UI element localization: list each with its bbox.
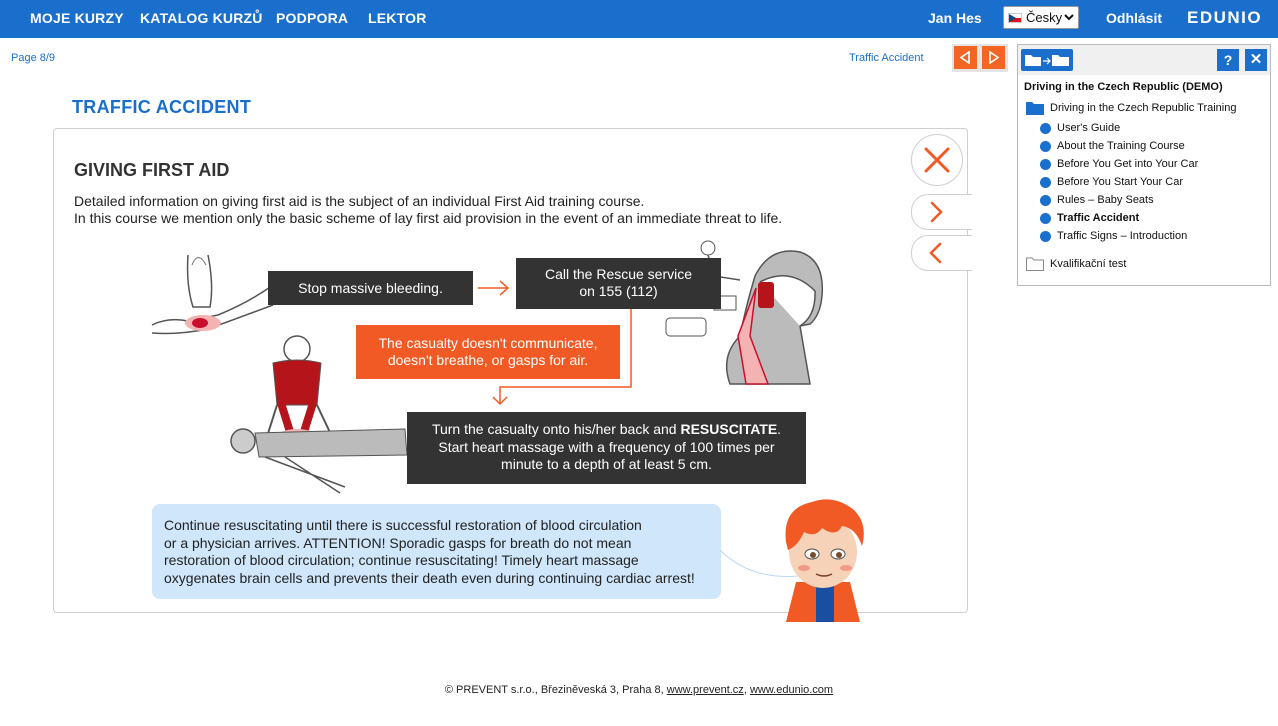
- panel-course-title: Driving in the Czech Republic (DEMO): [1024, 81, 1223, 93]
- user-name: Jan Hes: [928, 10, 982, 26]
- language-select[interactable]: Česky: [1003, 6, 1079, 29]
- lesson-traffic-accident-active[interactable]: Traffic Accident: [1057, 212, 1139, 224]
- note-line-2: or a physician arrives. ATTENTION! Spora…: [164, 534, 632, 551]
- step-resus-line-2: Start heart massage with a frequency of …: [438, 438, 775, 455]
- folder-arrow-folder-icon: [1025, 55, 1069, 66]
- top-navigation-bar: MOJE KURZY KATALOG KURZŮ PODPORA LEKTOR …: [0, 0, 1278, 38]
- folder-training[interactable]: Driving in the Czech Republic Training: [1050, 102, 1236, 114]
- folder-closed-icon: [1026, 257, 1044, 271]
- triangle-left-icon: [959, 51, 970, 64]
- czech-flag-icon: [1008, 13, 1022, 23]
- step-casualty-line-2: doesn't breathe, or gasps for air.: [387, 352, 589, 368]
- step-resus-line-3: minute to a depth of at least 5 cm.: [501, 456, 712, 472]
- edunio-logo[interactable]: EDUNIO: [1187, 8, 1262, 28]
- intro-line-1: Detailed information on giving first aid…: [74, 193, 645, 209]
- lesson-dot-icon: [1040, 159, 1051, 170]
- chevron-right-icon: [930, 201, 943, 223]
- page-nav-buttons: [952, 44, 1008, 72]
- nav-my-courses[interactable]: MOJE KURZY: [30, 10, 124, 26]
- bleeding-arm-illustration: [151, 254, 274, 335]
- chevron-left-icon: [929, 242, 942, 264]
- arrow-right-icon: [478, 280, 510, 296]
- lesson-traffic-signs[interactable]: Traffic Signs – Introduction: [1057, 230, 1187, 242]
- lesson-dot-icon: [1040, 195, 1051, 206]
- lesson-dot-icon: [1040, 141, 1051, 152]
- lesson-before-car[interactable]: Before You Get into Your Car: [1057, 158, 1198, 170]
- step-call-rescue-line-2: on 155 (112): [579, 283, 658, 299]
- lesson-dot-icon: [1040, 231, 1051, 242]
- breadcrumb[interactable]: Traffic Accident: [849, 52, 924, 64]
- course-outline-panel: ? ✕ Driving in the Czech Republic (DEMO)…: [1017, 44, 1271, 286]
- step-casualty-line-1: The casualty doesn't communicate,: [378, 335, 598, 351]
- triangle-right-icon: [989, 51, 1000, 64]
- nav-course-catalog[interactable]: KATALOG KURZŮ: [140, 10, 263, 26]
- footer-link-prevent[interactable]: www.prevent.cz: [667, 684, 744, 696]
- step-call-rescue-line-1: Call the Rescue service: [544, 266, 693, 282]
- step-stop-bleeding: Stop massive bleeding.: [268, 271, 473, 305]
- previous-page-button[interactable]: [954, 46, 977, 69]
- language-label: Česky: [1026, 10, 1063, 25]
- lesson-before-start[interactable]: Before You Start Your Car: [1057, 176, 1183, 188]
- footer-text: © PREVENT s.r.o., Březinĕveská 3, Praha …: [444, 684, 667, 696]
- page-counter: Page 8/9: [11, 52, 56, 64]
- step-resus-line-1: Turn the casualty onto his/her back and …: [431, 421, 782, 437]
- previous-slide-button[interactable]: [911, 235, 972, 271]
- folder-qualification-test[interactable]: Kvalifikační test: [1050, 258, 1126, 270]
- intro-line-2: In this course we mention only the basic…: [74, 210, 783, 226]
- lesson-dot-icon: [1040, 123, 1051, 134]
- lesson-dot-icon: [1040, 213, 1051, 224]
- footer-link-edunio[interactable]: www.edunio.com: [750, 684, 833, 696]
- lesson-about-course[interactable]: About the Training Course: [1057, 140, 1185, 152]
- close-slide-button[interactable]: [911, 134, 963, 186]
- chevron-down-icon: [1063, 9, 1075, 28]
- next-slide-button[interactable]: [911, 194, 972, 230]
- intro-text: Detailed information on giving first aid…: [74, 193, 782, 227]
- lesson-dot-icon: [1040, 177, 1051, 188]
- step-casualty-condition: The casualty doesn't communicate, doesn'…: [356, 325, 620, 379]
- mascot-boy-illustration: [785, 499, 864, 622]
- lesson-baby-seats[interactable]: Rules – Baby Seats: [1057, 194, 1154, 206]
- panel-header: ? ✕: [1018, 45, 1270, 75]
- footer: © PREVENT s.r.o., Březinĕveská 3, Praha …: [444, 684, 834, 696]
- folder-open-icon: [1026, 102, 1044, 115]
- next-page-button[interactable]: [982, 46, 1005, 69]
- note-line-4: oxygenates brain cells and prevents thei…: [164, 569, 695, 586]
- lesson-users-guide[interactable]: User's Guide: [1057, 122, 1120, 134]
- toggle-folders-button[interactable]: [1021, 49, 1073, 71]
- section-heading: GIVING FIRST AID: [74, 160, 230, 180]
- note-line-3: restoration of blood circulation; contin…: [164, 552, 639, 568]
- close-panel-button[interactable]: ✕: [1245, 49, 1267, 71]
- nav-support[interactable]: PODPORA: [276, 10, 348, 26]
- nav-lector[interactable]: LEKTOR: [368, 10, 427, 26]
- close-icon: [924, 147, 950, 173]
- page-title: TRAFFIC ACCIDENT: [72, 97, 252, 117]
- resuscitation-note: Continue resuscitating until there is su…: [152, 504, 721, 599]
- help-button[interactable]: ?: [1217, 49, 1239, 71]
- logout-link[interactable]: Odhlásit: [1106, 10, 1162, 26]
- resuscitate-emphasis: RESUSCITATE: [680, 421, 778, 437]
- step-call-rescue: Call the Rescue service on 155 (112): [516, 258, 721, 309]
- step-resuscitate: Turn the casualty onto his/her back and …: [407, 412, 806, 484]
- note-line-1: Continue resuscitating until there is su…: [164, 517, 642, 533]
